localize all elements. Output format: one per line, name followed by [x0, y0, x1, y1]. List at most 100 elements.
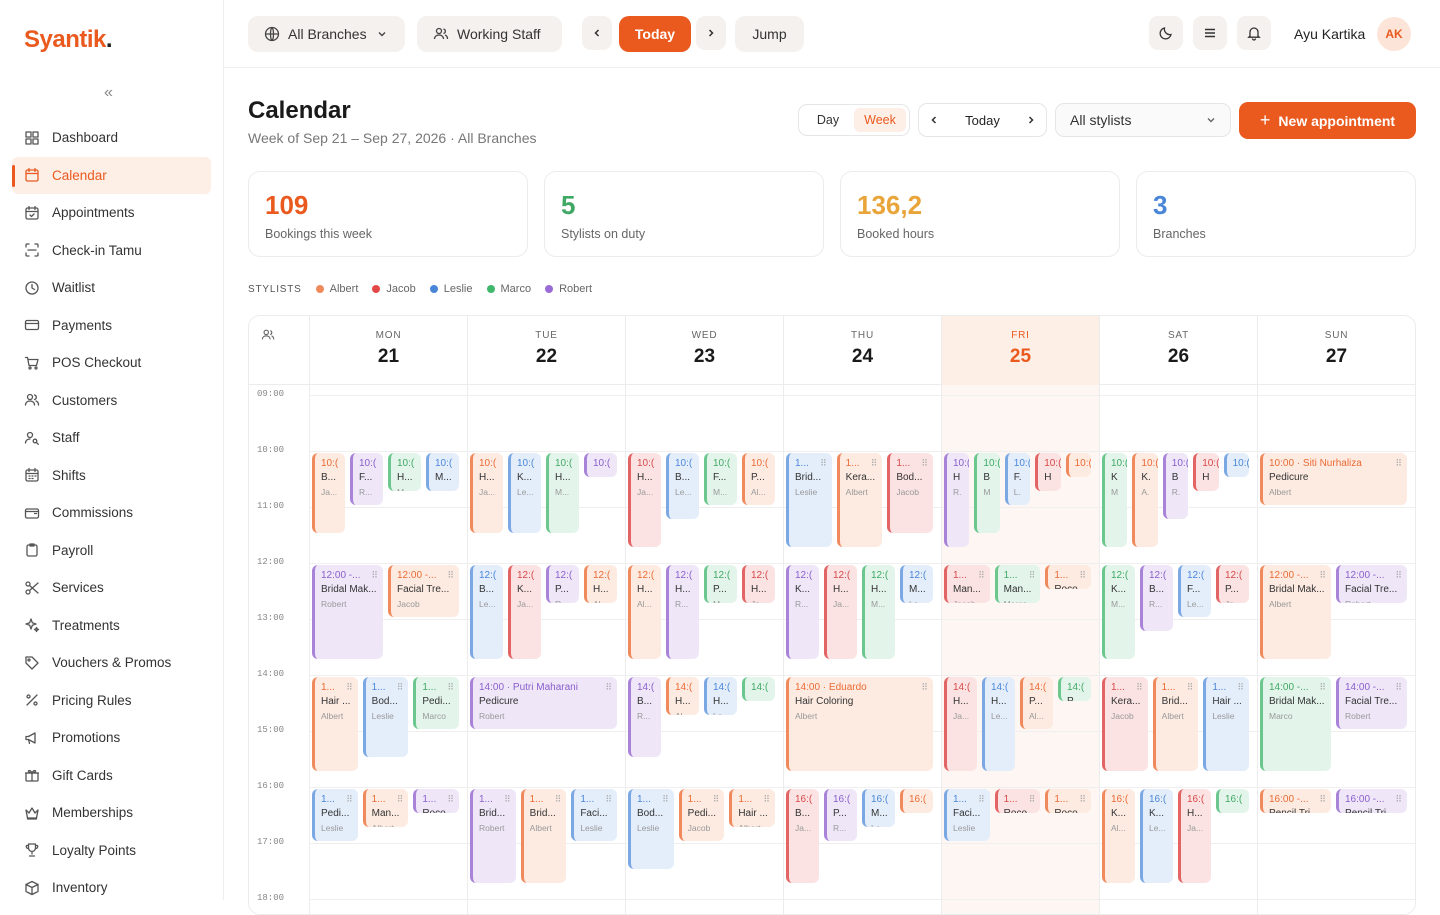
appointment-block[interactable]: 16:( [1216, 789, 1249, 813]
appointment-block[interactable]: 1...Brid...Albert⠿ [521, 789, 567, 883]
appointment-block[interactable]: 12:(H...Al... [628, 565, 661, 659]
appointment-block[interactable]: 1...Brid...Robert⠿ [470, 789, 516, 883]
new-appointment-button[interactable]: + New appointment [1239, 102, 1416, 139]
appointment-block[interactable]: 12:(H...Al... [584, 565, 617, 603]
drag-handle-icon[interactable]: ⠿ [605, 792, 612, 806]
appointment-block[interactable]: 12:(K...M... [1102, 565, 1135, 659]
appointment-block[interactable]: 1...Pedi...Leslie⠿ [312, 789, 358, 841]
appointment-block[interactable]: 10:00 · Siti NurhalizaPedicureAlbert⠿ [1260, 453, 1407, 505]
drag-handle-icon[interactable]: ⠿ [346, 792, 353, 806]
appointment-block[interactable]: 16:(P...R... [824, 789, 857, 841]
sidebar-item-services[interactable]: Services [12, 569, 211, 607]
appointment-block[interactable]: 10:( [1066, 453, 1091, 477]
appointment-block[interactable]: 16:( [900, 789, 933, 813]
appointment-block[interactable]: 10:(HR. [944, 453, 969, 547]
drag-handle-icon[interactable]: ⠿ [1319, 568, 1326, 582]
branches-dropdown[interactable]: All Branches [248, 16, 405, 52]
legend-item-robert[interactable]: Robert [545, 283, 592, 295]
stylist-filter-select[interactable]: All stylists [1055, 103, 1231, 137]
menu-button[interactable] [1193, 16, 1227, 50]
sidebar-item-loyalty-points[interactable]: Loyalty Points [12, 832, 211, 870]
view-day-button[interactable]: Day [802, 108, 854, 132]
drag-handle-icon[interactable]: ⠿ [1187, 680, 1194, 694]
appointment-block[interactable]: 12:00 -...Facial Tre...Jacob⠿ [388, 565, 459, 617]
appointment-block[interactable]: 10:(H...Ja... [628, 453, 661, 547]
appointment-block[interactable]: 12:(F...Le... [1178, 565, 1211, 617]
appointment-block[interactable]: 10:( [584, 453, 617, 477]
chevron-right-icon[interactable] [1026, 115, 1036, 125]
appointment-block[interactable]: 12:00 -...Bridal Mak...Robert⠿ [312, 565, 383, 659]
appointment-block[interactable]: 12:(H...R... [666, 565, 699, 659]
drag-handle-icon[interactable]: ⠿ [978, 568, 985, 582]
day-header-wed[interactable]: WED23 [625, 316, 783, 385]
sidebar-item-pricing-rules[interactable]: Pricing Rules [12, 682, 211, 720]
sidebar-item-gift-cards[interactable]: Gift Cards [12, 757, 211, 795]
drag-handle-icon[interactable]: ⠿ [346, 680, 353, 694]
sidebar-item-appointments[interactable]: Appointments [12, 194, 211, 232]
brand-logo[interactable]: Syantik. [24, 26, 112, 54]
drag-handle-icon[interactable]: ⠿ [504, 792, 511, 806]
appointment-block[interactable]: 12:00 -...Facial Tre...Robert⠿ [1336, 565, 1407, 603]
notifications-button[interactable] [1237, 16, 1271, 50]
appointment-block[interactable]: 10:(H [1035, 453, 1060, 491]
drag-handle-icon[interactable]: ⠿ [1395, 456, 1402, 470]
appointment-block[interactable]: 1...Faci...Leslie⠿ [944, 789, 990, 841]
appointment-block[interactable]: 1...Roco⠿ [995, 789, 1041, 813]
staff-filter-icon[interactable] [261, 328, 275, 347]
drag-handle-icon[interactable]: ⠿ [1079, 568, 1086, 582]
appointment-block[interactable]: 16:00 -...Pencil Tri...⠿ [1336, 789, 1407, 813]
appointment-block[interactable]: 14:00 -...Facial Tre...Robert⠿ [1336, 677, 1407, 729]
legend-item-marco[interactable]: Marco [487, 283, 532, 295]
sidebar-item-payments[interactable]: Payments [12, 307, 211, 345]
day-header-tue[interactable]: TUE22 [467, 316, 625, 385]
appointment-block[interactable]: 1...Man...Marco⠿ [995, 565, 1041, 603]
drag-handle-icon[interactable]: ⠿ [978, 792, 985, 806]
drag-handle-icon[interactable]: ⠿ [1395, 680, 1402, 694]
day-header-sat[interactable]: SAT26 [1099, 316, 1257, 385]
sidebar-item-waitlist[interactable]: Waitlist [12, 269, 211, 307]
appointment-block[interactable]: 14:( [742, 677, 775, 701]
appointment-block[interactable]: 1...Roco⠿ [413, 789, 459, 813]
view-week-button[interactable]: Week [854, 108, 906, 132]
sidebar-item-pos-checkout[interactable]: POS Checkout [12, 344, 211, 382]
appointment-block[interactable]: 14:(H...Ja... [944, 677, 977, 771]
appointment-block[interactable]: 1...Faci...Leslie⠿ [571, 789, 617, 841]
appointment-block[interactable]: 10:(K...Le... [508, 453, 541, 533]
sidebar-item-promotions[interactable]: Promotions [12, 719, 211, 757]
user-name[interactable]: Ayu Kartika [1294, 26, 1365, 42]
appointment-block[interactable]: 10:(P...Al... [742, 453, 775, 505]
drag-handle-icon[interactable]: ⠿ [371, 568, 378, 582]
appointment-block[interactable]: 10:(H...M... [388, 453, 421, 491]
drag-handle-icon[interactable]: ⠿ [447, 792, 454, 806]
appointment-block[interactable]: 10:(BM [974, 453, 999, 533]
appointment-block[interactable]: 12:(K...R... [786, 565, 819, 659]
drag-handle-icon[interactable]: ⠿ [1395, 568, 1402, 582]
navigator-today-button[interactable]: Today [965, 113, 1000, 128]
drag-handle-icon[interactable]: ⠿ [871, 456, 878, 470]
appointment-block[interactable]: 10:(H [1193, 453, 1218, 491]
appointment-block[interactable]: 1...Man...Albert⠿ [363, 789, 409, 827]
legend-item-jacob[interactable]: Jacob [372, 283, 415, 295]
appointment-block[interactable]: 14:(H...Al... [666, 677, 699, 715]
day-header-mon[interactable]: MON21 [309, 316, 467, 385]
appointment-block[interactable]: 1...Kera...Jacob⠿ [1102, 677, 1148, 771]
legend-item-leslie[interactable]: Leslie [430, 283, 473, 295]
working-staff-button[interactable]: Working Staff [417, 16, 562, 52]
appointment-block[interactable]: 10:(F.L. [1005, 453, 1030, 505]
sidebar-item-vouchers-promos[interactable]: Vouchers & Promos [12, 644, 211, 682]
drag-handle-icon[interactable]: ⠿ [713, 792, 720, 806]
appointment-block[interactable]: 16:(H...Ja... [1178, 789, 1211, 883]
appointment-block[interactable]: 1...Brid...Leslie⠿ [786, 453, 832, 547]
appointment-block[interactable]: 10:( [1224, 453, 1249, 477]
appointment-block[interactable]: 12:(P...Ja... [1216, 565, 1249, 603]
drag-handle-icon[interactable]: ⠿ [447, 680, 454, 694]
appointment-block[interactable]: 1...Hair ...Albert⠿ [312, 677, 358, 771]
sidebar-item-treatments[interactable]: Treatments [12, 607, 211, 645]
appointment-block[interactable]: 14:00 · Putri MaharaniPedicureRobert⠿ [470, 677, 617, 729]
day-header-sun[interactable]: SUN27 [1257, 316, 1415, 385]
appointment-block[interactable]: 16:(K...Al... [1102, 789, 1135, 883]
sidebar-item-memberships[interactable]: Memberships [12, 794, 211, 832]
appointment-block[interactable]: 12:(M...Le... [900, 565, 933, 603]
appointment-block[interactable]: 1...Bod...Jacob⠿ [887, 453, 933, 533]
appointment-block[interactable]: 10:(H...Ja... [470, 453, 503, 533]
